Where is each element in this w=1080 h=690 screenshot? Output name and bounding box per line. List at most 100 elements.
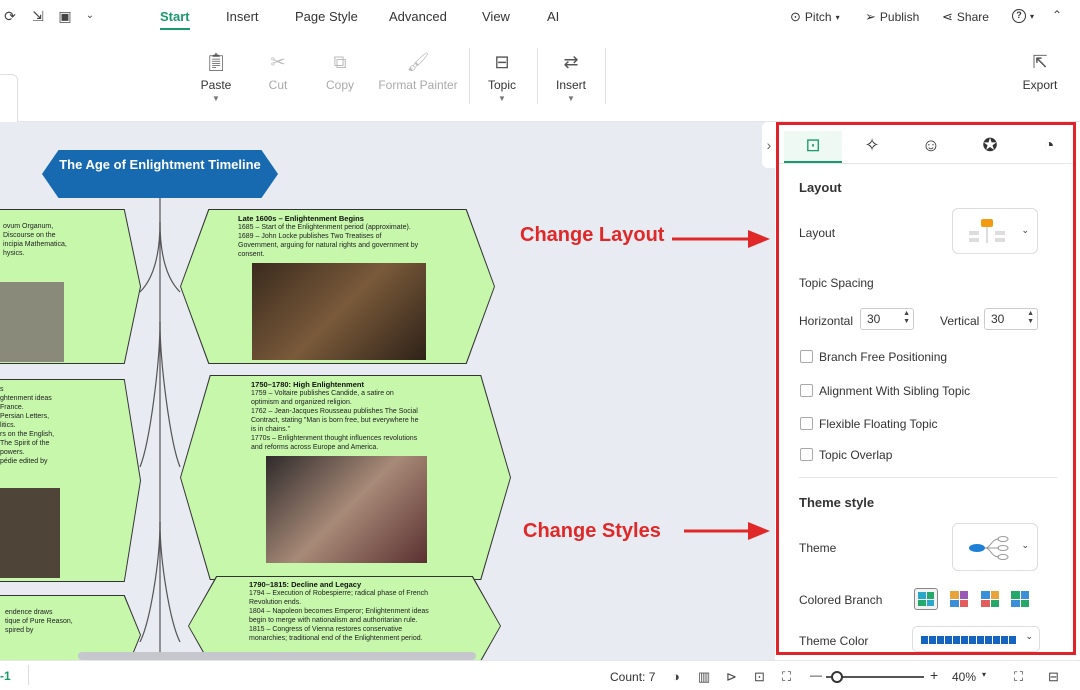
portrait-photo-rousseau <box>266 456 427 563</box>
ribbon-toolbar: 📋︎ Paste ▼ ✂ Cut ⧉ Copy 🖌︎ Format Painte… <box>0 34 1080 144</box>
topic-line: Revolution ends. <box>249 599 302 606</box>
paste-label: Paste <box>200 78 232 92</box>
caret-down-icon[interactable]: ▾ <box>982 670 986 679</box>
paste-button[interactable]: 📋︎ Paste ▼ <box>196 50 236 103</box>
spinner-icon[interactable]: ▲ ▼ <box>903 310 910 326</box>
alignment-sibling-checkbox[interactable] <box>800 384 813 397</box>
tab-history[interactable]: ◔ <box>1020 131 1078 163</box>
tab-layout[interactable]: ⊡ <box>784 131 842 163</box>
play-circle-icon: ⊙ <box>790 9 801 24</box>
alignment-sibling-label: Alignment With Sibling Topic <box>819 384 971 398</box>
share-icon: ⋖ <box>942 9 953 24</box>
branch-color-option-2[interactable] <box>947 588 971 610</box>
tab-page-style[interactable]: Page Style <box>295 9 358 24</box>
topic-line: pédie edited by <box>0 458 48 465</box>
more-chevron-icon[interactable]: ⌄ <box>82 8 98 24</box>
topic-line: 1804 – Napoleon becomes Emperor; Enlight… <box>249 608 429 615</box>
tab-insert[interactable]: Insert <box>226 9 259 24</box>
publish-button[interactable]: ➢ Publish <box>865 9 919 25</box>
tab-advanced[interactable]: Advanced <box>389 9 447 24</box>
help-icon: ? <box>1012 9 1026 23</box>
share-label: Share <box>956 10 989 24</box>
tab-view[interactable]: View <box>482 9 510 24</box>
zoom-slider-handle[interactable] <box>831 671 843 683</box>
format-painter-label: Format Painter <box>378 78 458 92</box>
play-icon[interactable]: ⊳ <box>726 669 737 685</box>
topic-line: France. <box>0 404 24 411</box>
book-icon[interactable]: ▥ <box>698 669 710 685</box>
topic-overlap-checkbox[interactable] <box>800 448 813 461</box>
topic-spacing-label: Topic Spacing <box>799 276 874 290</box>
collapse-panel-button[interactable]: › <box>762 122 776 168</box>
pitch-button[interactable]: ⊙ Pitch ▾ <box>790 9 840 25</box>
fullscreen-icon[interactable]: ⛶ <box>1014 669 1023 685</box>
page-indicator[interactable]: -1 <box>0 669 11 683</box>
zoom-out-button[interactable]: — <box>810 668 822 682</box>
open-icon[interactable]: ⟳ <box>2 8 18 24</box>
export-icon: ⇱ <box>1032 52 1048 72</box>
branch-free-positioning-label: Branch Free Positioning <box>819 350 948 364</box>
copy-icon: ⧉ <box>333 52 347 72</box>
theme-style-heading: Theme style <box>799 495 875 510</box>
topic-line: endence draws <box>5 609 53 616</box>
export-button[interactable]: ⇱ Export <box>1020 50 1060 92</box>
zoom-level[interactable]: 40% <box>952 670 976 684</box>
tab-start[interactable]: Start <box>160 9 190 30</box>
theme-select[interactable]: ⌄ <box>952 523 1038 571</box>
tab-ai[interactable]: ✧ <box>843 131 901 163</box>
toolbar-divider <box>469 48 470 104</box>
export-quick-icon[interactable]: ⇲ <box>30 8 46 24</box>
spinner-icon[interactable]: ▲ ▼ <box>1027 310 1034 326</box>
tab-badge[interactable]: ✪ <box>961 131 1019 163</box>
minimize-panel-icon[interactable]: ⊟ <box>1048 669 1059 685</box>
zoom-slider[interactable] <box>826 671 924 683</box>
topic-button[interactable]: ⊟ Topic ▼ <box>484 50 520 103</box>
zoom-in-button[interactable]: + <box>930 667 938 683</box>
horizontal-label: Horizontal <box>799 314 854 328</box>
topic-line: The Spirit of the <box>0 440 50 447</box>
topic-line: Government, arguing for natural rights a… <box>238 242 419 249</box>
colored-branch-label: Colored Branch <box>799 593 883 607</box>
topic-node-left-3[interactable]: endence draws tique of Pure Reason, spir… <box>0 596 140 660</box>
branch-color-option-4[interactable] <box>1008 588 1032 610</box>
tab-ai[interactable]: AI <box>547 9 559 24</box>
vertical-spacing-input[interactable]: 30 ▲ ▼ <box>984 308 1038 330</box>
branch-free-positioning-checkbox[interactable] <box>800 350 813 363</box>
chevron-down-icon: ⌄ <box>1025 631 1033 641</box>
branch-color-option-1[interactable] <box>914 588 938 610</box>
topic-line: 1794 – Execution of Robespierre; radical… <box>249 590 428 597</box>
help-button[interactable]: ? ▾ <box>1012 9 1034 23</box>
mindmap-canvas[interactable]: The Age of Enlightment Timeline ovum Org… <box>0 122 775 660</box>
layout-label: Layout <box>799 226 836 240</box>
fit-page-icon[interactable]: ⊡ <box>754 669 765 685</box>
horizontal-scrollbar[interactable] <box>78 652 476 660</box>
branch-color-option-3[interactable] <box>978 588 1002 610</box>
topic-line: spired by <box>5 627 34 634</box>
root-topic[interactable]: The Age of Enlightment Timeline <box>42 150 278 198</box>
clipboard-icon: 📋︎ <box>204 52 228 72</box>
topic-line: 1759 – Voltaire publishes Candide, a sat… <box>251 390 394 397</box>
horizontal-spacing-input[interactable]: 30 ▲ ▼ <box>860 308 914 330</box>
save-icon[interactable]: ▣ <box>57 8 73 24</box>
tab-emoji[interactable]: ☺ <box>902 131 960 163</box>
properties-panel: ⊡ ✧ ☺ ✪ ◔ Layout Layout ⌄ Topic Spacing … <box>776 122 1076 655</box>
fullscreen-fit-icon[interactable]: ⛶ <box>782 669 791 685</box>
collapse-ribbon-icon[interactable]: ⌃ <box>1052 8 1062 22</box>
copy-button[interactable]: ⧉ Copy <box>322 50 358 92</box>
cut-button[interactable]: ✂ Cut <box>262 50 294 92</box>
flexible-floating-checkbox[interactable] <box>800 417 813 430</box>
share-button[interactable]: ⋖ Share <box>942 9 989 25</box>
theme-icon[interactable]: ◑ <box>672 669 680 684</box>
chevron-down-icon: ⌄ <box>1021 225 1029 235</box>
topic-node-3[interactable]: 1790–1815: Decline and Legacy 1794 – Exe… <box>189 577 500 660</box>
topic-line: 1770s – Enlightenment thought influences… <box>251 435 418 442</box>
topic-line: rs on the English, <box>0 431 55 438</box>
format-painter-button[interactable]: 🖌︎ Format Painter <box>378 50 458 92</box>
topic-line: tique of Pure Reason, <box>5 618 73 625</box>
insert-button[interactable]: ⇄ Insert ▼ <box>553 50 589 103</box>
theme-color-select[interactable]: ⌄ <box>912 626 1040 652</box>
layout-select[interactable]: ⌄ <box>952 208 1038 254</box>
scissors-icon: ✂ <box>270 52 286 72</box>
topic-line: begin to merge with nationalism and auth… <box>249 617 418 624</box>
toolbar-divider <box>537 48 538 104</box>
